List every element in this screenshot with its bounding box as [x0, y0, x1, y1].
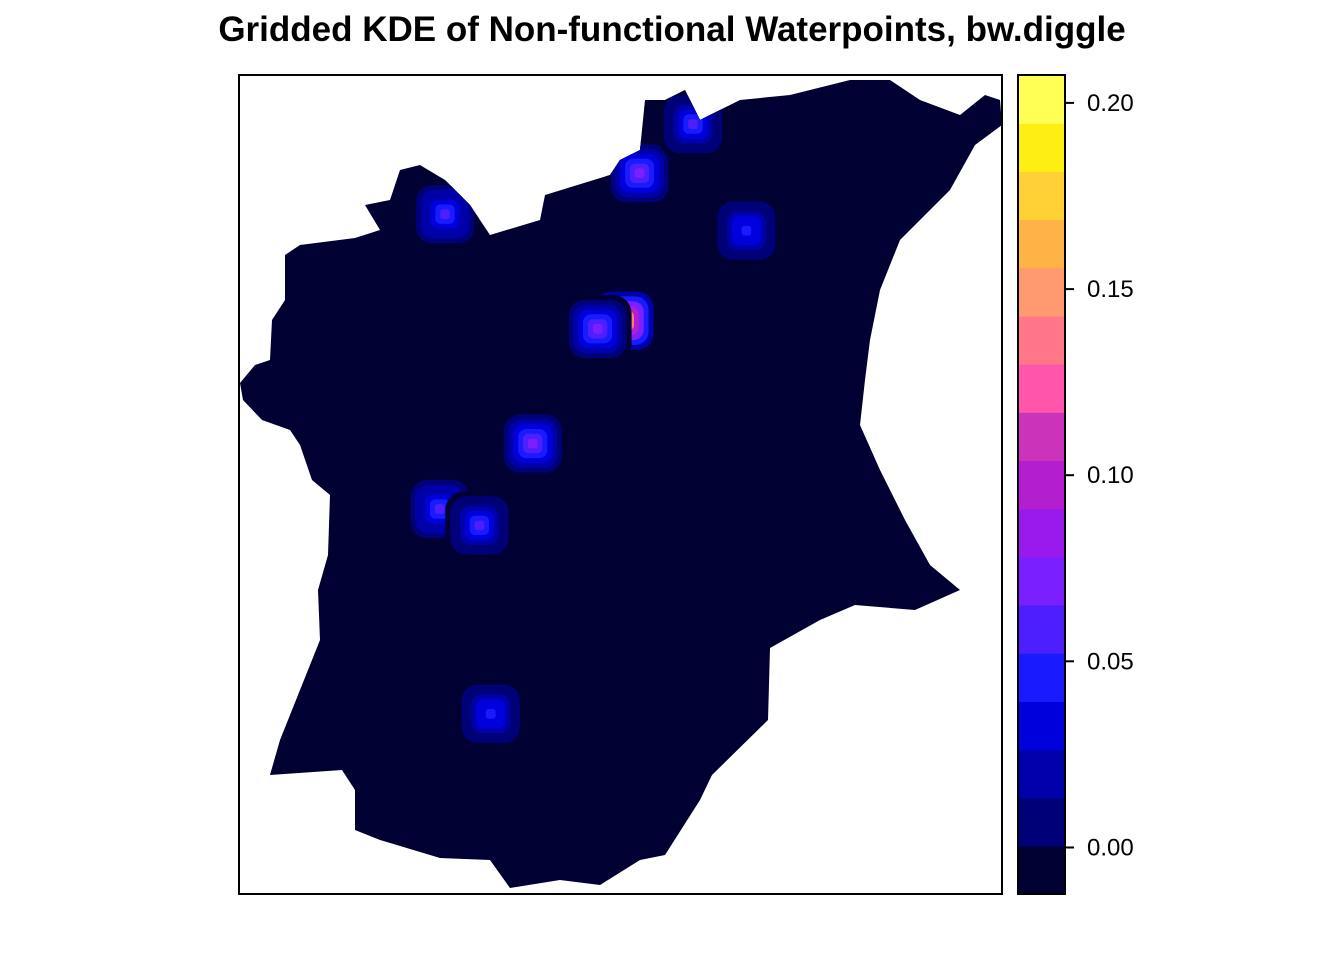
hotspot-cell	[741, 225, 752, 236]
hotspot-cell	[592, 324, 603, 334]
hotspot-2	[563, 294, 632, 363]
hotspot-10	[712, 196, 781, 265]
hotspot-3	[498, 409, 567, 478]
legend-band	[1018, 460, 1065, 510]
legend-band	[1018, 749, 1065, 799]
legend-band	[1018, 315, 1065, 365]
legend-band	[1018, 267, 1065, 317]
legend-band	[1018, 219, 1065, 269]
hotspot-cell	[434, 504, 445, 514]
legend-band	[1018, 797, 1065, 847]
legend-band	[1018, 75, 1065, 124]
hotspot-7	[411, 180, 479, 249]
hotspot-cell	[485, 709, 496, 719]
hotspot-cell	[688, 119, 698, 129]
legend-tick-label: 0.10	[1087, 462, 1134, 489]
legend-tick-label: 0.20	[1087, 90, 1134, 117]
hotspot-cell	[440, 209, 450, 220]
legend-band	[1018, 171, 1065, 221]
hotspot-cell	[527, 438, 538, 449]
hotspot-cell	[634, 168, 645, 179]
legend-band	[1018, 412, 1065, 462]
legend-band	[1018, 123, 1065, 172]
legend-tick-label: 0.05	[1087, 648, 1134, 675]
legend-band	[1018, 556, 1065, 606]
legend-band	[1018, 604, 1065, 654]
legend-band	[1018, 508, 1065, 558]
legend-tick-label: 0.00	[1087, 835, 1134, 862]
hotspot-6	[456, 679, 525, 748]
legend-band	[1018, 653, 1065, 702]
color-legend: 0.00 0.05 0.10 0.15 0.20	[1018, 75, 1134, 895]
legend-band	[1018, 701, 1065, 751]
kde-chart: 0.00 0.05 0.10 0.15 0.20	[238, 74, 1134, 895]
legend-tick-label: 0.15	[1087, 276, 1134, 303]
legend-band	[1018, 364, 1065, 413]
hotspot-5	[445, 491, 514, 560]
legend-band	[1018, 845, 1065, 895]
hotspot-9	[659, 90, 727, 159]
hotspot-cell	[474, 520, 485, 531]
